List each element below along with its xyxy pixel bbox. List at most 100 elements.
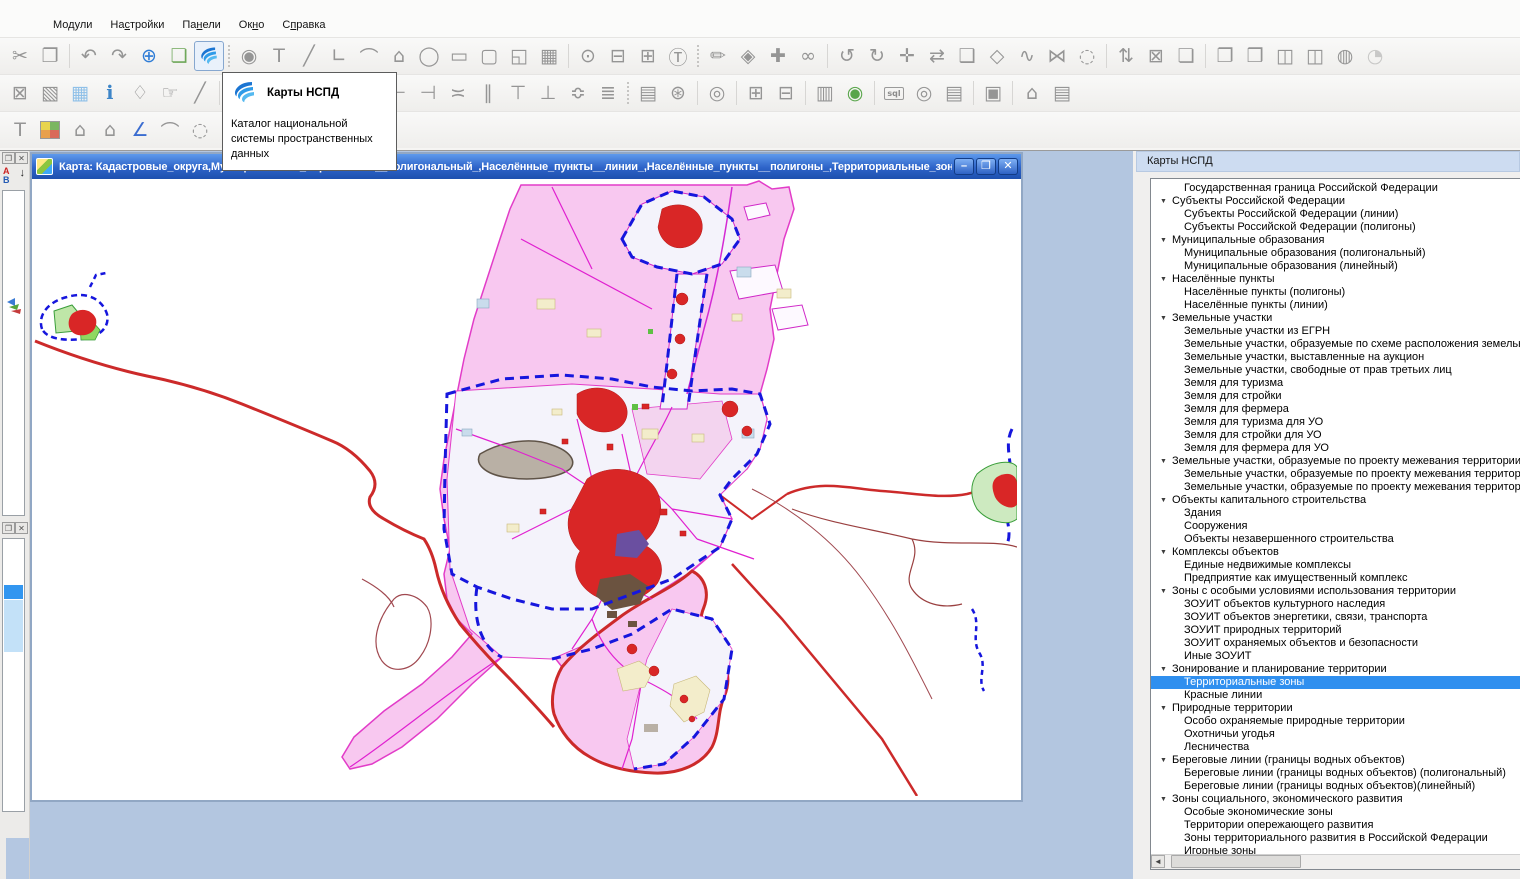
layer-row[interactable]: Субъекты Российской Федерации (линии) [1151,208,1520,221]
layer-row[interactable]: Земля для стройки [1151,390,1520,403]
expander-arrow-icon[interactable]: ▼ [1160,793,1171,806]
layer-group-row[interactable]: ▼Населённые пункты [1151,273,1520,286]
line-style-icon[interactable]: ⊟ [603,41,633,71]
expander-arrow-icon[interactable]: ▼ [1160,273,1171,286]
layer-row[interactable]: Земельные участки, образуемые по проекту… [1151,481,1520,494]
deselect-icon[interactable]: ⊠ [5,78,35,108]
maximize-button[interactable]: ❐ [976,158,996,175]
polygon-table-icon[interactable]: ⌂ [1017,78,1047,108]
layer-row[interactable]: Государственная граница Российской Федер… [1151,182,1520,195]
layer-row[interactable]: ЗОУИТ объектов культурного наследия [1151,598,1520,611]
close-button[interactable]: ✕ [998,158,1018,175]
row-move-icon[interactable]: ⊞ [741,78,771,108]
polygon-vertex-icon[interactable]: ⌂ [95,115,125,145]
vertex-move-icon[interactable]: ⇅ [1111,41,1141,71]
stack-order-icon[interactable]: ≣ [593,78,623,108]
text-style-icon[interactable]: Ⓣ [663,41,693,71]
layer-row[interactable]: ЗОУИТ природных территорий [1151,624,1520,637]
expander-arrow-icon[interactable]: ▼ [1160,546,1171,559]
layer-row[interactable]: Сооружения [1151,520,1520,533]
distribute-h-icon[interactable]: ∥ [473,78,503,108]
layer-row[interactable]: Особо охраняемые природные территории [1151,715,1520,728]
align-right-icon[interactable]: ⊣ [413,78,443,108]
image-frame-icon[interactable]: ▣ [978,78,1008,108]
add-vertex-icon[interactable]: ✚ [763,41,793,71]
location-pin-icon[interactable]: ◉ [234,41,264,71]
layer-row[interactable]: Объекты незавершенного строительства [1151,533,1520,546]
layer-row[interactable]: Населённые пункты (линии) [1151,299,1520,312]
expander-arrow-icon[interactable]: ▼ [1160,663,1171,676]
minimize-button[interactable]: – [954,158,974,175]
layer-row[interactable]: Земля для фермера [1151,403,1520,416]
flip-feature-icon[interactable]: ⋈ [1042,41,1072,71]
dock-close-button[interactable]: ✕ [15,152,28,164]
smooth-line-icon[interactable]: ∿ [1012,41,1042,71]
nspd-maps-button[interactable] [194,41,224,71]
sql-icon[interactable]: sql [879,78,909,108]
delete-part-icon[interactable]: ⊠ [1141,41,1171,71]
offset-copy-icon[interactable]: ❏ [1171,41,1201,71]
layer-group-row[interactable]: ▼Земельные участки, образуемые по проект… [1151,455,1520,468]
expander-arrow-icon[interactable]: ▼ [1160,312,1171,325]
dock-list-bottom[interactable] [2,538,25,812]
layer-row[interactable]: Земельные участки из ЕГРН [1151,325,1520,338]
rounded-rectangle-icon[interactable]: ▢ [474,41,504,71]
layer-row[interactable]: Здания [1151,507,1520,520]
table-zoom-icon[interactable]: ◎ [909,78,939,108]
group-shapes-icon[interactable]: ◱ [504,41,534,71]
merge-features-icon[interactable]: ◍ [1330,41,1360,71]
arc-points-icon[interactable]: ⌒ [155,115,185,145]
undo-icon[interactable]: ↶ [74,41,104,71]
dock-restore-button[interactable]: ❐ [2,152,15,164]
layer-row[interactable]: Иные ЗОУИТ [1151,650,1520,663]
layer-group-row[interactable]: ▼Субъекты Российской Федерации [1151,195,1520,208]
align-bottom-icon[interactable]: ⊥ [533,78,563,108]
align-center-icon[interactable]: ≍ [443,78,473,108]
dock-selected-row[interactable] [4,585,23,599]
paste-layer-icon[interactable]: ❏ [164,41,194,71]
rectangle-tool-icon[interactable]: ▭ [444,41,474,71]
edit-pencil-icon[interactable]: ✏ [703,41,733,71]
dock-list-top[interactable] [2,190,25,516]
database-sync-icon[interactable]: ⊛ [663,78,693,108]
layer-row[interactable]: Земельные участки, свободные от прав тре… [1151,364,1520,377]
layer-row[interactable]: Муниципальные образования (полигональный… [1151,247,1520,260]
photo-pins-icon[interactable]: ◉ [840,78,870,108]
sort-alpha-icon[interactable]: A B ↓ [3,167,23,187]
find-in-table-icon[interactable]: ◎ [702,78,732,108]
layer-group-row[interactable]: ▼Земельные участки [1151,312,1520,325]
layer-row[interactable]: Береговые линии (границы водных объектов… [1151,780,1520,793]
layer-row[interactable]: Предприятие как имущественный комплекс [1151,572,1520,585]
rotate-selection-icon[interactable]: ◌ [1072,41,1102,71]
ellipse-tool-icon[interactable]: ◯ [414,41,444,71]
scroll-left-button[interactable]: ◄ [1151,855,1165,868]
touch-select-icon[interactable]: ☞ [155,78,185,108]
thematic-style-icon[interactable] [35,115,65,145]
menu-panels[interactable]: Панели [173,15,229,37]
layer-row[interactable]: Земля для туризма для УО [1151,416,1520,429]
map-window-titlebar[interactable]: Карта: Кадастровые_округа,Муниципальные_… [32,154,1021,179]
table-export-icon[interactable]: ▤ [939,78,969,108]
identify-icon[interactable]: ℹ [95,78,125,108]
select-all-icon[interactable]: ▦ [65,78,95,108]
cut-icon[interactable]: ✂ [5,41,35,71]
table-style-icon[interactable]: ▤ [633,78,663,108]
paste-attributes-icon[interactable]: ❒ [1240,41,1270,71]
measure-icon[interactable]: ╱ [185,78,215,108]
layer-row[interactable]: ЗОУИТ объектов энергетики, связи, трансп… [1151,611,1520,624]
layer-row[interactable]: Территории опережающего развития [1151,819,1520,832]
split-polygon-icon[interactable]: ◫ [1300,41,1330,71]
angle-icon[interactable]: ∠ [125,115,155,145]
dock-highlight-rows[interactable] [4,600,23,652]
align-top-icon[interactable]: ⊤ [503,78,533,108]
layer-group-row[interactable]: ▼Комплексы объектов [1151,546,1520,559]
layer-row[interactable]: Красные линии [1151,689,1520,702]
geocode-table-icon[interactable]: ▥ [810,78,840,108]
circle-points-icon[interactable]: ◌ [185,115,215,145]
menu-settings[interactable]: Настройки [101,15,173,37]
vertices-tool-icon[interactable]: ◈ [733,41,763,71]
layer-group-row[interactable]: ▼Зоны с особыми условиями использования … [1151,585,1520,598]
layer-row[interactable]: Охотничьи угодья [1151,728,1520,741]
layer-row[interactable]: Земля для стройки для УО [1151,429,1520,442]
layer-row[interactable]: Единые недвижимые комплексы [1151,559,1520,572]
